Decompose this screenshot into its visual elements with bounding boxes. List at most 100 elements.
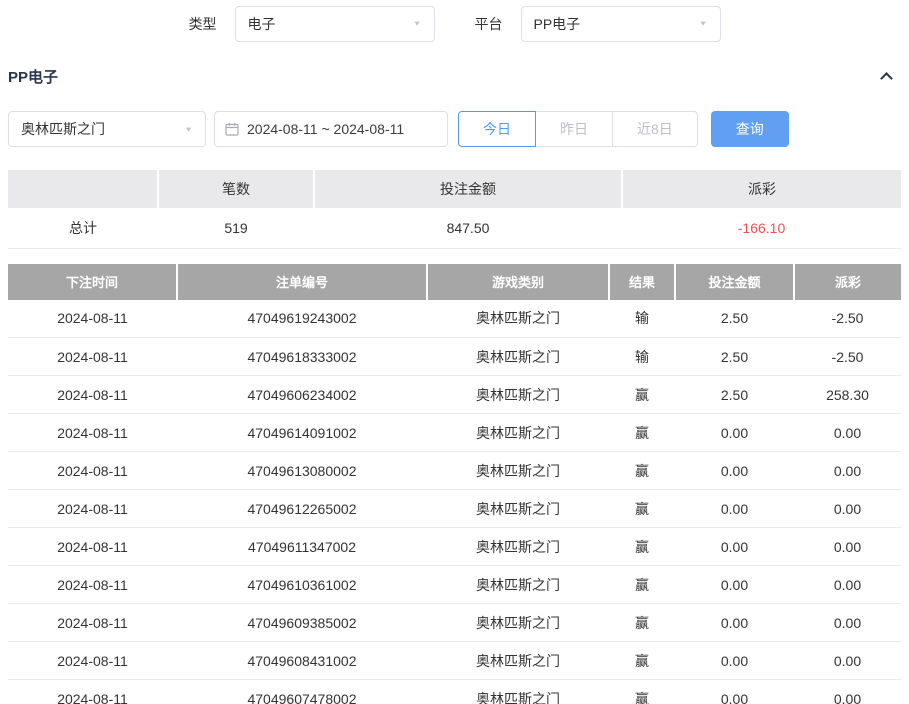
cell-date: 2024-08-11 xyxy=(8,604,177,642)
cell-date: 2024-08-11 xyxy=(8,566,177,604)
cell-game: 奥林匹斯之门 xyxy=(427,642,609,680)
cell-date: 2024-08-11 xyxy=(8,376,177,414)
cell-date: 2024-08-11 xyxy=(8,642,177,680)
col-header-bet-time: 下注时间 xyxy=(8,264,177,300)
cell-payout: 0.00 xyxy=(794,528,901,566)
cell-game: 奥林匹斯之门 xyxy=(427,490,609,528)
type-select[interactable]: 电子 ▼ xyxy=(235,6,435,42)
quick-button-1[interactable]: 昨日 xyxy=(535,111,613,147)
calendar-icon xyxy=(225,122,239,136)
cell-amount: 0.00 xyxy=(675,452,794,490)
table-row: 2024-08-1147049614091002奥林匹斯之门赢0.000.00 xyxy=(8,414,901,452)
quick-button-group: 今日昨日近8日 xyxy=(458,111,698,147)
summary-total-payout: -166.10 xyxy=(622,208,901,248)
table-row: 2024-08-1147049608431002奥林匹斯之门赢0.000.00 xyxy=(8,642,901,680)
game-select[interactable]: 奥林匹斯之门 ▼ xyxy=(8,111,206,147)
summary-header-row: 笔数 投注金额 派彩 xyxy=(8,170,901,208)
table-row: 2024-08-1147049618333002奥林匹斯之门输2.50-2.50 xyxy=(8,338,901,376)
cell-payout: -2.50 xyxy=(794,300,901,338)
summary-header-count: 笔数 xyxy=(158,170,314,208)
query-bar: 奥林匹斯之门 ▼ 2024-08-11 ~ 2024-08-11 今日昨日近8日… xyxy=(0,111,909,147)
cell-amount: 0.00 xyxy=(675,680,794,704)
chevron-up-icon[interactable] xyxy=(880,72,893,85)
quick-button-2[interactable]: 近8日 xyxy=(612,111,698,147)
top-filter-bar: 类型 电子 ▼ 平台 PP电子 ▼ xyxy=(0,0,909,42)
table-row: 2024-08-1147049611347002奥林匹斯之门赢0.000.00 xyxy=(8,528,901,566)
type-label: 类型 xyxy=(189,14,217,34)
summary-total-label: 总计 xyxy=(8,208,158,248)
cell-result: 赢 xyxy=(609,642,675,680)
cell-amount: 2.50 xyxy=(675,338,794,376)
cell-date: 2024-08-11 xyxy=(8,680,177,704)
type-select-value: 电子 xyxy=(248,14,276,34)
cell-date: 2024-08-11 xyxy=(8,452,177,490)
cell-game: 奥林匹斯之门 xyxy=(427,680,609,704)
cell-game: 奥林匹斯之门 xyxy=(427,452,609,490)
cell-bet-no: 47049619243002 xyxy=(177,300,427,338)
bets-table-header-row: 下注时间 注单编号 游戏类别 结果 投注金额 派彩 xyxy=(8,264,901,300)
summary-table: 笔数 投注金额 派彩 总计 519 847.50 -166.10 xyxy=(8,170,901,249)
cell-result: 赢 xyxy=(609,376,675,414)
cell-game: 奥林匹斯之门 xyxy=(427,528,609,566)
cell-date: 2024-08-11 xyxy=(8,528,177,566)
cell-date: 2024-08-11 xyxy=(8,338,177,376)
cell-amount: 0.00 xyxy=(675,528,794,566)
quick-button-0[interactable]: 今日 xyxy=(458,111,536,147)
cell-payout: 0.00 xyxy=(794,642,901,680)
cell-amount: 0.00 xyxy=(675,566,794,604)
cell-date: 2024-08-11 xyxy=(8,300,177,338)
cell-game: 奥林匹斯之门 xyxy=(427,566,609,604)
cell-payout: 258.30 xyxy=(794,376,901,414)
cell-result: 赢 xyxy=(609,680,675,704)
cell-payout: 0.00 xyxy=(794,680,901,704)
table-row: 2024-08-1147049619243002奥林匹斯之门输2.50-2.50 xyxy=(8,300,901,338)
col-header-game-category: 游戏类别 xyxy=(427,264,609,300)
cell-game: 奥林匹斯之门 xyxy=(427,604,609,642)
cell-result: 输 xyxy=(609,300,675,338)
cell-amount: 2.50 xyxy=(675,300,794,338)
col-header-bet-amount: 投注金额 xyxy=(675,264,794,300)
cell-date: 2024-08-11 xyxy=(8,414,177,452)
game-select-value: 奥林匹斯之门 xyxy=(21,119,105,139)
search-button[interactable]: 查询 xyxy=(711,111,789,147)
table-row: 2024-08-1147049613080002奥林匹斯之门赢0.000.00 xyxy=(8,452,901,490)
table-row: 2024-08-1147049607478002奥林匹斯之门赢0.000.00 xyxy=(8,680,901,704)
cell-payout: -2.50 xyxy=(794,338,901,376)
cell-bet-no: 47049618333002 xyxy=(177,338,427,376)
cell-bet-no: 47049609385002 xyxy=(177,604,427,642)
col-header-result: 结果 xyxy=(609,264,675,300)
cell-amount: 0.00 xyxy=(675,490,794,528)
col-header-payout: 派彩 xyxy=(794,264,901,300)
bets-table: 下注时间 注单编号 游戏类别 结果 投注金额 派彩 2024-08-114704… xyxy=(8,264,901,704)
summary-header-payout: 派彩 xyxy=(622,170,901,208)
date-range-value: 2024-08-11 ~ 2024-08-11 xyxy=(247,121,404,137)
section-header: PP电子 xyxy=(0,66,909,87)
cell-bet-no: 47049610361002 xyxy=(177,566,427,604)
cell-result: 赢 xyxy=(609,566,675,604)
cell-bet-no: 47049611347002 xyxy=(177,528,427,566)
cell-amount: 0.00 xyxy=(675,642,794,680)
page: 类型 电子 ▼ 平台 PP电子 ▼ PP电子 奥林匹斯之门 ▼ 202 xyxy=(0,0,909,704)
cell-bet-no: 47049614091002 xyxy=(177,414,427,452)
platform-select[interactable]: PP电子 ▼ xyxy=(521,6,721,42)
cell-date: 2024-08-11 xyxy=(8,490,177,528)
platform-select-value: PP电子 xyxy=(534,14,581,34)
summary-total-amount: 847.50 xyxy=(314,208,622,248)
platform-label: 平台 xyxy=(475,14,503,34)
cell-payout: 0.00 xyxy=(794,490,901,528)
cell-payout: 0.00 xyxy=(794,604,901,642)
section-title: PP电子 xyxy=(8,66,58,87)
summary-header-amount: 投注金额 xyxy=(314,170,622,208)
cell-amount: 2.50 xyxy=(675,376,794,414)
cell-bet-no: 47049607478002 xyxy=(177,680,427,704)
cell-payout: 0.00 xyxy=(794,452,901,490)
cell-game: 奥林匹斯之门 xyxy=(427,376,609,414)
caret-down-icon: ▼ xyxy=(184,126,193,133)
cell-bet-no: 47049613080002 xyxy=(177,452,427,490)
cell-bet-no: 47049608431002 xyxy=(177,642,427,680)
caret-down-icon: ▼ xyxy=(699,20,708,27)
cell-amount: 0.00 xyxy=(675,414,794,452)
date-range-input[interactable]: 2024-08-11 ~ 2024-08-11 xyxy=(214,111,448,147)
caret-down-icon: ▼ xyxy=(413,20,422,27)
cell-result: 赢 xyxy=(609,604,675,642)
